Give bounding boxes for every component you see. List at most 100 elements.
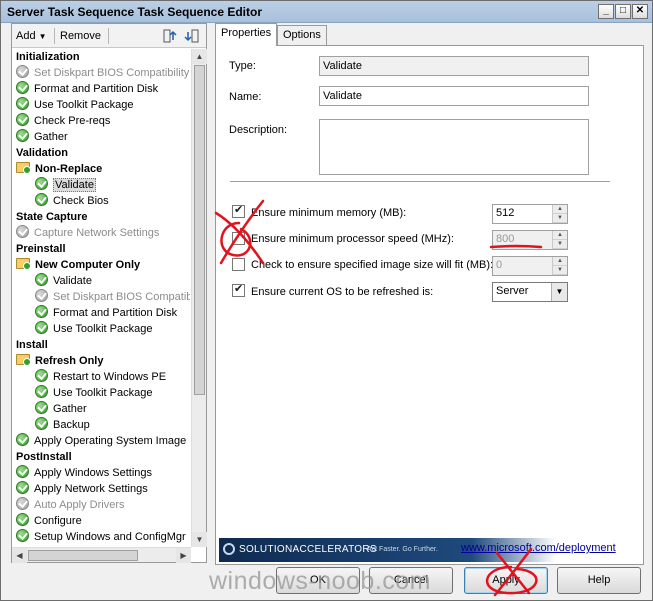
tab-options[interactable]: Options (277, 25, 327, 45)
tree-step[interactable]: Restart to Windows PE (35, 369, 166, 385)
tree-step[interactable]: Validate (35, 177, 96, 193)
remove-button[interactable]: Remove (60, 28, 101, 44)
toolbar-separator (108, 28, 109, 44)
apply-button[interactable]: Apply (464, 567, 548, 594)
spin-up-icon[interactable]: ▲ (553, 231, 567, 240)
tree-group[interactable]: State Capture (16, 209, 88, 225)
tree-step[interactable]: Format and Partition Disk (16, 81, 158, 97)
solution-accelerators-banner: SOLUTIONACCELERATORS Act Faster. Go Furt… (219, 538, 640, 562)
brand-text: SOLUTIONACCELERATORS (239, 544, 377, 555)
scroll-left-icon[interactable]: ◀ (12, 548, 27, 563)
ensure-memory-checkbox[interactable] (232, 203, 245, 218)
section-divider (230, 181, 610, 183)
toolbar-separator (54, 28, 55, 44)
memory-spinner[interactable]: 512 ▲ ▼ (492, 204, 568, 224)
spin-up-icon[interactable]: ▲ (553, 205, 567, 214)
tree-horizontal-scrollbar[interactable]: ◀ ▶ (12, 547, 191, 563)
tree-step[interactable]: Check Bios (35, 193, 109, 209)
spin-down-icon[interactable]: ▼ (553, 240, 567, 249)
ensure-processor-checkbox[interactable] (232, 232, 245, 245)
tree-item-label: Validate (53, 275, 92, 287)
image-size-spinner[interactable]: 0 ▲ ▼ (492, 256, 568, 276)
cancel-button[interactable]: Cancel (369, 567, 453, 594)
tab-properties[interactable]: Properties (215, 23, 278, 46)
ensure-processor-label: Ensure minimum processor speed (MHz): (251, 233, 454, 245)
name-input[interactable]: Validate (319, 86, 589, 106)
spin-up-icon[interactable]: ▲ (553, 257, 567, 266)
ok-button[interactable]: OK (276, 567, 360, 594)
tree-step[interactable]: Gather (35, 401, 87, 417)
green-check-icon (35, 385, 48, 398)
tree-vertical-scrollbar[interactable]: ▲ ▼ (191, 49, 207, 547)
spin-down-icon[interactable]: ▼ (553, 266, 567, 275)
tree-step[interactable]: Apply Windows Settings (16, 465, 152, 481)
tree-item-label: Capture Network Settings (34, 227, 160, 239)
os-type-select[interactable]: Server ▼ (492, 282, 568, 302)
tree-folder[interactable]: New Computer Only (16, 257, 140, 273)
tree-step[interactable]: Set Diskpart BIOS Compatibi (35, 289, 190, 305)
tree-step[interactable]: Backup (35, 417, 90, 433)
add-menu-button[interactable]: Add ▼ (16, 28, 47, 44)
description-input[interactable] (319, 119, 589, 175)
properties-page: Type: Validate Name: Validate Descriptio… (215, 45, 644, 565)
tree-item-label: Validation (16, 147, 68, 159)
tree-group[interactable]: PostInstall (16, 449, 72, 465)
scroll-right-icon[interactable]: ▶ (176, 548, 191, 563)
current-os-checkbox[interactable] (232, 282, 245, 297)
tree-step[interactable]: Use Toolkit Package (35, 321, 152, 337)
tree-step[interactable]: Gather (16, 129, 68, 145)
move-down-icon[interactable] (184, 28, 200, 44)
tree-folder[interactable]: Non-Replace (16, 161, 102, 177)
minimize-button[interactable]: _ (598, 4, 614, 19)
tree-item-label: Restart to Windows PE (53, 371, 167, 383)
tree-step[interactable]: Use Toolkit Package (16, 97, 133, 113)
tree-item-label: Non-Replace (35, 163, 103, 175)
green-check-icon (35, 305, 48, 318)
chevron-down-icon[interactable]: ▼ (551, 283, 567, 301)
maximize-button[interactable]: □ (615, 4, 631, 19)
tree-group[interactable]: Preinstall (16, 241, 66, 257)
image-size-checkbox[interactable] (232, 258, 245, 271)
tree-step[interactable]: Capture Network Settings (16, 225, 159, 241)
scroll-up-icon[interactable]: ▲ (192, 49, 207, 64)
tree-step[interactable]: Use Toolkit Package (35, 385, 152, 401)
tree-step[interactable]: Validate (35, 273, 92, 289)
scroll-thumb[interactable] (28, 550, 138, 561)
processor-spinner[interactable]: 800 ▲ ▼ (492, 230, 568, 250)
green-check-icon (16, 81, 29, 94)
task-sequence-tree[interactable]: Initialization Set Diskpart BIOS Compatib… (12, 49, 190, 547)
spin-down-icon[interactable]: ▼ (553, 214, 567, 223)
scroll-thumb[interactable] (194, 65, 205, 395)
task-sequence-editor-window: Server Task Sequence Task Sequence Edito… (0, 0, 653, 601)
type-label: Type: (229, 60, 256, 72)
tree-group[interactable]: Initialization (16, 49, 80, 65)
move-up-icon[interactable] (162, 28, 178, 44)
tree-group[interactable]: Validation (16, 145, 68, 161)
tree-step[interactable]: Apply Operating System Image (16, 433, 186, 449)
deployment-link[interactable]: www.microsoft.com/deployment (461, 542, 616, 554)
os-type-value: Server (496, 285, 529, 297)
tree-item-label: Preinstall (16, 243, 66, 255)
current-os-label: Ensure current OS to be refreshed is: (251, 286, 434, 298)
tree-item-label: Initialization (16, 51, 80, 63)
tree-step[interactable]: Check Pre-reqs (16, 113, 110, 129)
green-check-icon (35, 369, 48, 382)
tree-step[interactable]: Configure (16, 513, 82, 529)
title-bar[interactable]: Server Task Sequence Task Sequence Edito… (1, 1, 652, 23)
gray-check-icon (16, 65, 29, 78)
folder-icon (16, 162, 31, 174)
scroll-down-icon[interactable]: ▼ (192, 532, 207, 547)
help-button[interactable]: Help (557, 567, 641, 594)
tree-group[interactable]: Install (16, 337, 48, 353)
window-title: Server Task Sequence Task Sequence Edito… (7, 5, 262, 19)
green-check-icon (35, 401, 48, 414)
tree-toolbar: Add ▼ Remove (12, 24, 206, 48)
tree-step[interactable]: Setup Windows and ConfigMgr (16, 529, 186, 545)
tree-step[interactable]: Format and Partition Disk (35, 305, 177, 321)
tree-folder[interactable]: Refresh Only (16, 353, 103, 369)
tree-step[interactable]: Apply Network Settings (16, 481, 148, 497)
dropdown-arrow-icon: ▼ (38, 32, 47, 41)
tree-step[interactable]: Set Diskpart BIOS Compatibility M (16, 65, 190, 81)
tree-step[interactable]: Auto Apply Drivers (16, 497, 124, 513)
close-button[interactable]: ✕ (632, 4, 648, 19)
